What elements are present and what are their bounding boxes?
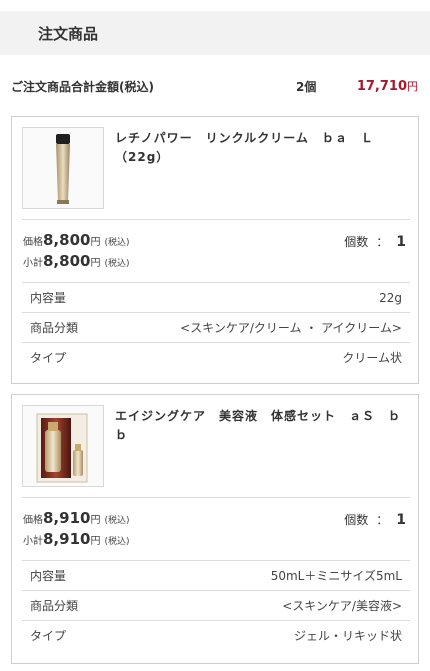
order-summary: ご注文商品合計金額(税込) 2個 17,710円 xyxy=(0,66,430,106)
qty-label: 個数 xyxy=(344,235,369,249)
summary-label: ご注文商品合計金額(税込) xyxy=(11,79,154,94)
divider xyxy=(22,497,410,498)
spec-row: タイプ クリーム状 xyxy=(22,342,410,372)
spec-row: タイプ ジェル・リキッド状 xyxy=(22,620,410,650)
subtotal-label: 小計 xyxy=(23,536,43,547)
price-line: 価格 8,800 円 (税込) xyxy=(23,231,129,249)
price-tax: (税込) xyxy=(104,238,130,248)
product-image[interactable] xyxy=(22,405,104,487)
serum-set-image xyxy=(36,413,88,483)
summary-total-unit: 円 xyxy=(407,80,418,93)
qty-separator: ： xyxy=(376,513,389,527)
product-name[interactable]: エイジングケア 美容液 体感セット ａＳ ｂｂ xyxy=(115,407,411,445)
summary-total: 17,710円 xyxy=(357,78,418,94)
spec-value: <スキンケア/美容液> xyxy=(282,599,402,613)
product-image[interactable] xyxy=(22,127,104,209)
subtotal-tax: (税込) xyxy=(104,259,130,269)
divider xyxy=(22,219,410,220)
spec-label: タイプ xyxy=(30,629,67,643)
price-value: 8,910 xyxy=(43,509,91,527)
spec-label: 内容量 xyxy=(30,569,67,583)
qty-separator: ： xyxy=(376,235,389,249)
price-line: 価格 8,910 円 (税込) xyxy=(23,509,129,527)
cream-tube-image xyxy=(56,134,70,204)
spec-value: 22g xyxy=(379,290,402,305)
spec-row: 商品分類 <スキンケア/クリーム ・ アイクリーム> xyxy=(22,312,410,342)
price-value: 8,800 xyxy=(43,231,91,249)
spec-value: 50mL＋ミニサイズ5mL xyxy=(270,569,402,583)
spec-row: 内容量 50mL＋ミニサイズ5mL xyxy=(22,560,410,590)
spec-label: 商品分類 xyxy=(30,599,79,613)
spec-row: 商品分類 <スキンケア/美容液> xyxy=(22,590,410,620)
quantity: 個数 ： 1 xyxy=(344,233,406,250)
price-label: 価格 xyxy=(23,237,43,248)
subtotal-label: 小計 xyxy=(23,258,43,269)
subtotal-tax: (税込) xyxy=(104,537,130,547)
price-label: 価格 xyxy=(23,515,43,526)
section-header: 注文商品 xyxy=(0,11,430,55)
spec-value: クリーム状 xyxy=(342,351,402,365)
product-card: レチノパワー リンクルクリーム ｂａ Ｌ （22g） 価格 8,800 円 (税… xyxy=(11,116,419,384)
spec-label: 商品分類 xyxy=(30,321,79,335)
spec-value: ジェル・リキッド状 xyxy=(293,629,402,643)
subtotal-value: 8,800 xyxy=(43,252,91,270)
subtotal-yen: 円 xyxy=(90,536,101,547)
subtotal-value: 8,910 xyxy=(43,530,91,548)
spec-label: 内容量 xyxy=(30,291,67,305)
subtotal-line: 小計 8,800 円 (税込) xyxy=(23,252,129,270)
summary-count: 2個 xyxy=(296,79,317,94)
qty-label: 個数 xyxy=(344,513,369,527)
qty-value: 1 xyxy=(396,512,406,528)
price-yen: 円 xyxy=(90,237,101,248)
product-card: エイジングケア 美容液 体感セット ａＳ ｂｂ 価格 8,910 円 (税込) … xyxy=(11,394,419,664)
price-yen: 円 xyxy=(90,515,101,526)
product-name[interactable]: レチノパワー リンクルクリーム ｂａ Ｌ （22g） xyxy=(115,129,411,167)
spec-row: 内容量 22g xyxy=(22,282,410,312)
spec-value: <スキンケア/クリーム ・ アイクリーム> xyxy=(180,321,402,335)
summary-total-amount: 17,710 xyxy=(356,79,407,94)
subtotal-yen: 円 xyxy=(90,258,101,269)
spec-label: タイプ xyxy=(30,351,67,365)
price-tax: (税込) xyxy=(104,516,130,526)
quantity: 個数 ： 1 xyxy=(344,511,406,528)
section-title: 注文商品 xyxy=(38,24,99,43)
qty-value: 1 xyxy=(396,234,406,250)
subtotal-line: 小計 8,910 円 (税込) xyxy=(23,530,129,548)
